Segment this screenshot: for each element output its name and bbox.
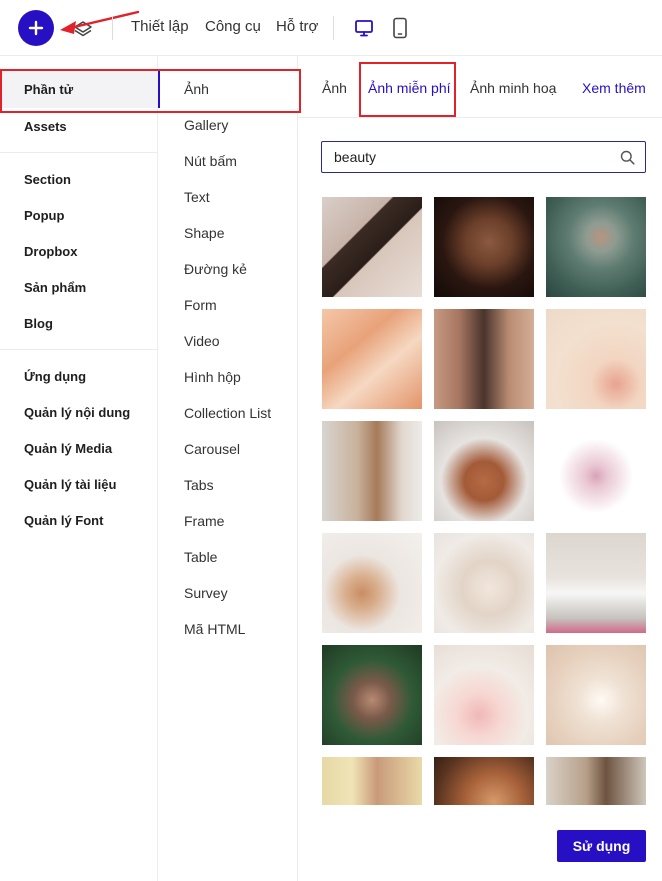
image-thumb-cream-swatch[interactable] bbox=[546, 645, 646, 745]
image-thumb-woman-with-leaves[interactable] bbox=[322, 645, 422, 745]
search-icon[interactable] bbox=[620, 150, 635, 165]
image-thumb-spa-towels-flatlay[interactable] bbox=[434, 533, 534, 633]
sidebar-item-assets[interactable]: Assets bbox=[24, 119, 67, 134]
sidebar-item-content-manager[interactable]: Quản lý nội dung bbox=[24, 405, 130, 420]
element-item-gallery[interactable]: Gallery bbox=[184, 117, 228, 133]
sidebar-item-popup[interactable]: Popup bbox=[24, 208, 64, 223]
mobile-icon[interactable] bbox=[392, 17, 408, 39]
plus-icon bbox=[28, 20, 44, 36]
element-item-frame[interactable]: Frame bbox=[184, 513, 224, 529]
element-item-tabs[interactable]: Tabs bbox=[184, 477, 214, 493]
element-item-table[interactable]: Table bbox=[184, 549, 217, 565]
sidebar-divider bbox=[0, 152, 158, 153]
image-thumb-makeup-brushes-flatlay[interactable] bbox=[546, 309, 646, 409]
sidebar-item-media-manager[interactable]: Quản lý Media bbox=[24, 441, 112, 456]
image-thumb-dried-flowers[interactable] bbox=[546, 421, 646, 521]
element-item-button[interactable]: Nút bấm bbox=[184, 153, 237, 169]
sidebar-item-dropbox[interactable]: Dropbox bbox=[24, 244, 77, 259]
element-item-collection-list[interactable]: Collection List bbox=[184, 405, 271, 421]
menu-settings[interactable]: Thiết lập bbox=[131, 18, 189, 35]
element-item-html-code[interactable]: Mã HTML bbox=[184, 621, 245, 637]
image-source-tabs: Ảnh Ảnh miễn phí Ảnh minh hoạ Xem thêm bbox=[298, 56, 662, 118]
image-thumb-two-women-faces[interactable] bbox=[434, 309, 534, 409]
tab-see-more[interactable]: Xem thêm bbox=[582, 80, 646, 96]
element-item-carousel[interactable]: Carousel bbox=[184, 441, 240, 457]
sidebar-item-font-manager[interactable]: Quản lý Font bbox=[24, 513, 103, 528]
element-active-highlight bbox=[158, 70, 298, 108]
toolbar-divider bbox=[112, 16, 113, 40]
element-item-box[interactable]: Hình hộp bbox=[184, 369, 241, 385]
element-item-shape[interactable]: Shape bbox=[184, 225, 224, 241]
image-thumb-woman-compact-mirror[interactable] bbox=[322, 197, 422, 297]
element-item-line[interactable]: Đường kẻ bbox=[184, 261, 247, 277]
element-item-text[interactable]: Text bbox=[184, 189, 210, 205]
desktop-icon[interactable] bbox=[354, 18, 374, 38]
sidebar-item-section[interactable]: Section bbox=[24, 172, 71, 187]
sidebar-item-elements[interactable]: Phần tử bbox=[24, 82, 73, 97]
image-thumb-woman-towel-mirror[interactable] bbox=[546, 757, 646, 805]
image-search-box bbox=[321, 141, 646, 173]
add-element-button[interactable] bbox=[18, 10, 54, 46]
element-item-form[interactable]: Form bbox=[184, 297, 217, 313]
menu-help[interactable]: Hỗ trợ bbox=[276, 18, 318, 35]
image-thumb-lotion-bottle-towels[interactable] bbox=[546, 533, 646, 633]
toolbar-divider bbox=[333, 16, 334, 40]
tab-free-images[interactable]: Ảnh miễn phí bbox=[368, 80, 451, 96]
image-thumb-flowers-and-dropper[interactable] bbox=[434, 645, 534, 745]
image-thumb-woman-face-blurred[interactable] bbox=[322, 309, 422, 409]
tab-images[interactable]: Ảnh bbox=[322, 80, 347, 96]
image-panel: Ảnh Ảnh miễn phí Ảnh minh hoạ Xem thêm b… bbox=[298, 56, 662, 881]
use-button[interactable]: Sử dụng bbox=[557, 830, 646, 862]
image-grid bbox=[322, 197, 646, 805]
element-list: Ảnh Gallery Nút bấm Text Shape Đường kẻ … bbox=[158, 56, 298, 881]
tab-illustrations[interactable]: Ảnh minh hoạ bbox=[470, 80, 556, 96]
sidebar-item-blog[interactable]: Blog bbox=[24, 316, 53, 331]
sidebar-item-products[interactable]: Sản phẩm bbox=[24, 280, 86, 295]
image-thumb-woman-behind-leaf[interactable] bbox=[546, 197, 646, 297]
sidebar-item-apps[interactable]: Ứng dụng bbox=[24, 369, 86, 384]
top-toolbar: Thiết lập Công cụ Hỗ trợ bbox=[0, 0, 662, 56]
menu-tools[interactable]: Công cụ bbox=[205, 18, 261, 35]
element-item-video[interactable]: Video bbox=[184, 333, 220, 349]
image-thumb-makeup-palette-flatlay[interactable] bbox=[322, 533, 422, 633]
sidebar-item-document-manager[interactable]: Quản lý tài liệu bbox=[24, 477, 116, 492]
image-thumb-woman-lips-closeup[interactable] bbox=[434, 197, 534, 297]
sidebar-divider bbox=[0, 349, 158, 350]
sidebar: Phần tử Assets Section Popup Dropbox Sản… bbox=[0, 56, 158, 881]
image-thumb-woman-facial-mask[interactable] bbox=[434, 421, 534, 521]
image-search-input[interactable] bbox=[334, 146, 614, 168]
image-thumb-woman-smiling-portrait[interactable] bbox=[322, 757, 422, 805]
element-item-survey[interactable]: Survey bbox=[184, 585, 228, 601]
image-thumb-woman-long-hair-profile[interactable] bbox=[322, 421, 422, 521]
image-thumb-woman-eye-closeup[interactable] bbox=[434, 757, 534, 805]
element-item-image[interactable]: Ảnh bbox=[184, 81, 209, 97]
element-active-indicator bbox=[158, 70, 160, 108]
